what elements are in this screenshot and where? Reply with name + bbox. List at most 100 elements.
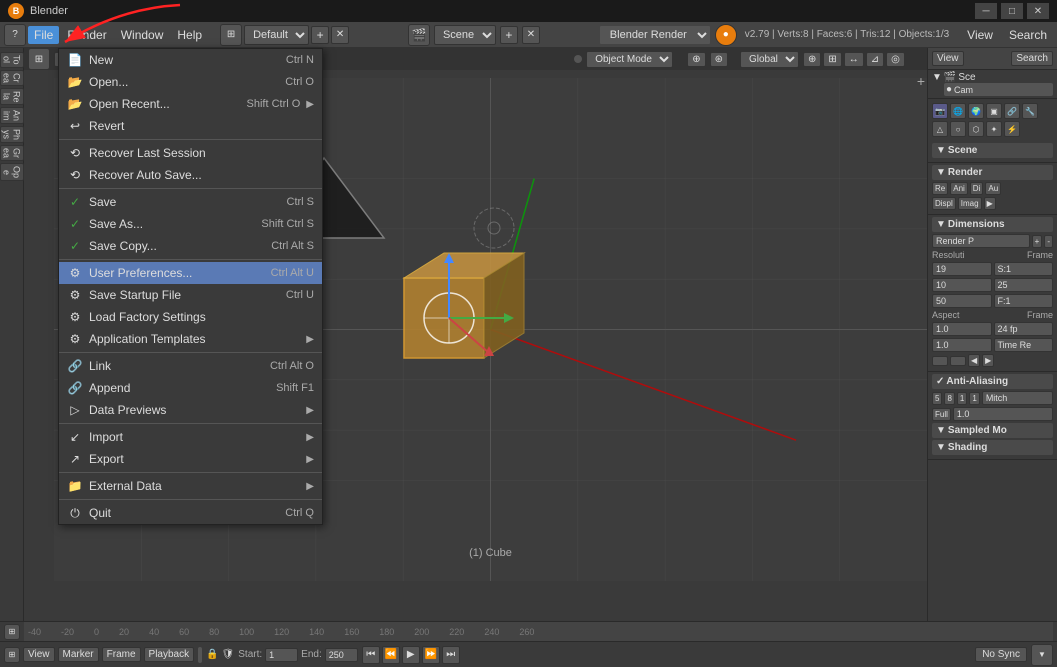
no-sync-btn[interactable]: No Sync <box>975 647 1027 662</box>
full-btn[interactable]: Full <box>932 408 951 421</box>
vp-icon-3[interactable]: ↔ <box>844 52 864 67</box>
menu-item-recover-auto[interactable]: ⟲ Recover Auto Save... <box>59 164 322 186</box>
aspect-x-field[interactable]: 1.0 <box>932 322 992 336</box>
close-button[interactable]: ✕ <box>1027 3 1049 19</box>
prop-render-icon[interactable]: 📷 <box>932 103 948 119</box>
menu-item-open[interactable]: 📂 Open... Ctrl O <box>59 71 322 93</box>
search-menu-right[interactable]: Search <box>1003 26 1053 44</box>
aa-val-1a[interactable]: 1 <box>957 392 967 405</box>
rpanel-view-btn[interactable]: View <box>932 51 964 66</box>
statusbar-marker[interactable]: Marker <box>58 647 99 662</box>
prop-scene-icon[interactable]: 🌐 <box>950 103 966 119</box>
start-val[interactable]: 1 <box>265 648 298 662</box>
check-1[interactable] <box>932 356 948 366</box>
menu-file[interactable]: File <box>28 26 59 44</box>
viewport-transform-btn[interactable]: ⊕ <box>687 52 705 67</box>
add-scene-button[interactable]: + <box>500 26 518 44</box>
skip-end-btn[interactable]: ⏭ <box>442 646 460 664</box>
prop-modifier-icon[interactable]: 🔧 <box>1022 103 1038 119</box>
left-tab-animation[interactable]: Anim <box>0 107 24 124</box>
scene-tree-item[interactable]: ▼ 🎬 Sce <box>932 72 1053 83</box>
viewport-icons-btn[interactable]: ⊛ <box>710 52 728 67</box>
menu-item-save-startup[interactable]: ⚙ Save Startup File Ctrl U <box>59 284 322 306</box>
left-tab-relations[interactable]: Rela <box>0 88 24 106</box>
scene-select[interactable]: Scene <box>434 25 496 45</box>
viewport-mode-select[interactable]: Object Mode <box>586 51 673 68</box>
menu-item-export[interactable]: ↗ Export ▶ <box>59 448 322 470</box>
check-2[interactable] <box>950 356 966 366</box>
render-sub-displ[interactable]: Displ <box>932 197 956 210</box>
statusbar-view[interactable]: View <box>23 647 55 662</box>
left-tab-tool[interactable]: Tool <box>0 52 24 68</box>
left-tab-physics[interactable]: Phys <box>0 126 24 143</box>
shading-header[interactable]: ▼ Shading <box>932 440 1053 455</box>
menu-item-external-data[interactable]: 📁 External Data ▶ <box>59 475 322 497</box>
render-tab-di[interactable]: Di <box>970 182 984 195</box>
frame-s2-field[interactable]: 25 <box>994 278 1054 292</box>
render-sub-imag[interactable]: Imag <box>958 197 982 210</box>
menu-item-recover-last[interactable]: ⟲ Recover Last Session <box>59 142 322 164</box>
menu-item-save-as[interactable]: ✓ Save As... Shift Ctrl S <box>59 213 322 235</box>
global-local-select[interactable]: Global <box>740 51 799 68</box>
prop-material-icon[interactable]: ○ <box>950 121 966 137</box>
menu-item-link[interactable]: 🔗 Link Ctrl Alt O <box>59 355 322 377</box>
res-pct-field[interactable]: 50 <box>932 294 992 308</box>
arrow-left-btn[interactable]: ◀ <box>968 354 980 367</box>
workspace-select[interactable]: Default <box>244 25 309 45</box>
dimensions-header[interactable]: ▼ Dimensions <box>932 217 1053 232</box>
mitch-field[interactable]: Mitch <box>982 391 1053 405</box>
prop-texture-icon[interactable]: ⬡ <box>968 121 984 137</box>
render-preset-minus[interactable]: - <box>1044 235 1053 248</box>
render-preset-plus[interactable]: + <box>1032 235 1043 248</box>
render-engine-select[interactable]: Blender Render <box>599 25 711 45</box>
menu-item-open-recent[interactable]: 📂 Open Recent... Shift Ctrl O ▶ <box>59 93 322 115</box>
maximize-button[interactable]: □ <box>1001 3 1023 19</box>
remove-scene-button[interactable]: ✕ <box>522 26 540 44</box>
prop-physics-icon[interactable]: ⚡ <box>1004 121 1020 137</box>
res-x-field[interactable]: 19 <box>932 262 992 276</box>
menu-item-app-templates[interactable]: ⚙ Application Templates ▶ <box>59 328 322 350</box>
end-val[interactable]: 250 <box>325 648 358 662</box>
fps-field[interactable]: 24 fp <box>994 322 1054 336</box>
menu-item-new[interactable]: 📄 New Ctrl N <box>59 49 322 71</box>
help-icon-button[interactable]: ? <box>4 24 26 46</box>
skip-start-btn[interactable]: ⏮ <box>362 646 380 664</box>
aa-val-5[interactable]: 5 <box>932 392 942 405</box>
scene-header[interactable]: ▼ Scene <box>932 143 1053 158</box>
rpanel-search-btn[interactable]: Search <box>1011 51 1053 66</box>
vp-icon-5[interactable]: ◎ <box>886 52 905 67</box>
arrow-right-btn[interactable]: ▶ <box>982 354 994 367</box>
aa-val-8[interactable]: 8 <box>944 392 954 405</box>
menu-item-import[interactable]: ↙ Import ▶ <box>59 426 322 448</box>
prev-frame-btn[interactable]: ⏪ <box>382 646 400 664</box>
prop-world-icon[interactable]: 🌍 <box>968 103 984 119</box>
menu-item-data-previews[interactable]: ▷ Data Previews ▶ <box>59 399 322 421</box>
next-frame-btn[interactable]: ⏩ <box>422 646 440 664</box>
vp-icon-4[interactable]: ⊿ <box>866 52 884 67</box>
menu-help[interactable]: Help <box>171 26 208 44</box>
menu-item-quit[interactable]: ⏻ Quit Ctrl Q <box>59 502 322 524</box>
menu-window[interactable]: Window <box>115 26 170 44</box>
remove-workspace-button[interactable]: ✕ <box>331 26 349 44</box>
add-workspace-button[interactable]: + <box>311 26 329 44</box>
vp-icon-2[interactable]: ⊞ <box>823 52 841 67</box>
left-tab-grease[interactable]: Grea <box>0 145 24 161</box>
menu-render[interactable]: Render <box>61 26 112 44</box>
render-tab-re[interactable]: Re <box>932 182 948 195</box>
frame-s1-field[interactable]: S:1 <box>994 262 1054 276</box>
left-tab-create[interactable]: Crea <box>0 70 24 86</box>
prop-particles-icon[interactable]: ✦ <box>986 121 1002 137</box>
prop-constraint-icon[interactable]: 🔗 <box>1004 103 1020 119</box>
menu-item-user-prefs[interactable]: ⚙ User Preferences... Ctrl Alt U <box>59 262 322 284</box>
left-tab-open[interactable]: Ope <box>0 163 24 181</box>
play-btn[interactable]: ▶ <box>402 646 420 664</box>
aa-val-1b[interactable]: 1 <box>969 392 979 405</box>
statusbar-frame[interactable]: Frame <box>102 647 141 662</box>
render-header[interactable]: ▼ Render <box>932 165 1053 180</box>
anti-alias-header[interactable]: ✓ Anti-Aliasing <box>932 374 1053 389</box>
menu-item-append[interactable]: 🔗 Append Shift F1 <box>59 377 322 399</box>
view-menu-right[interactable]: View <box>961 26 999 44</box>
minimize-button[interactable]: ─ <box>975 3 997 19</box>
frame-f1-field[interactable]: F:1 <box>994 294 1054 308</box>
menu-item-save-copy[interactable]: ✓ Save Copy... Ctrl Alt S <box>59 235 322 257</box>
